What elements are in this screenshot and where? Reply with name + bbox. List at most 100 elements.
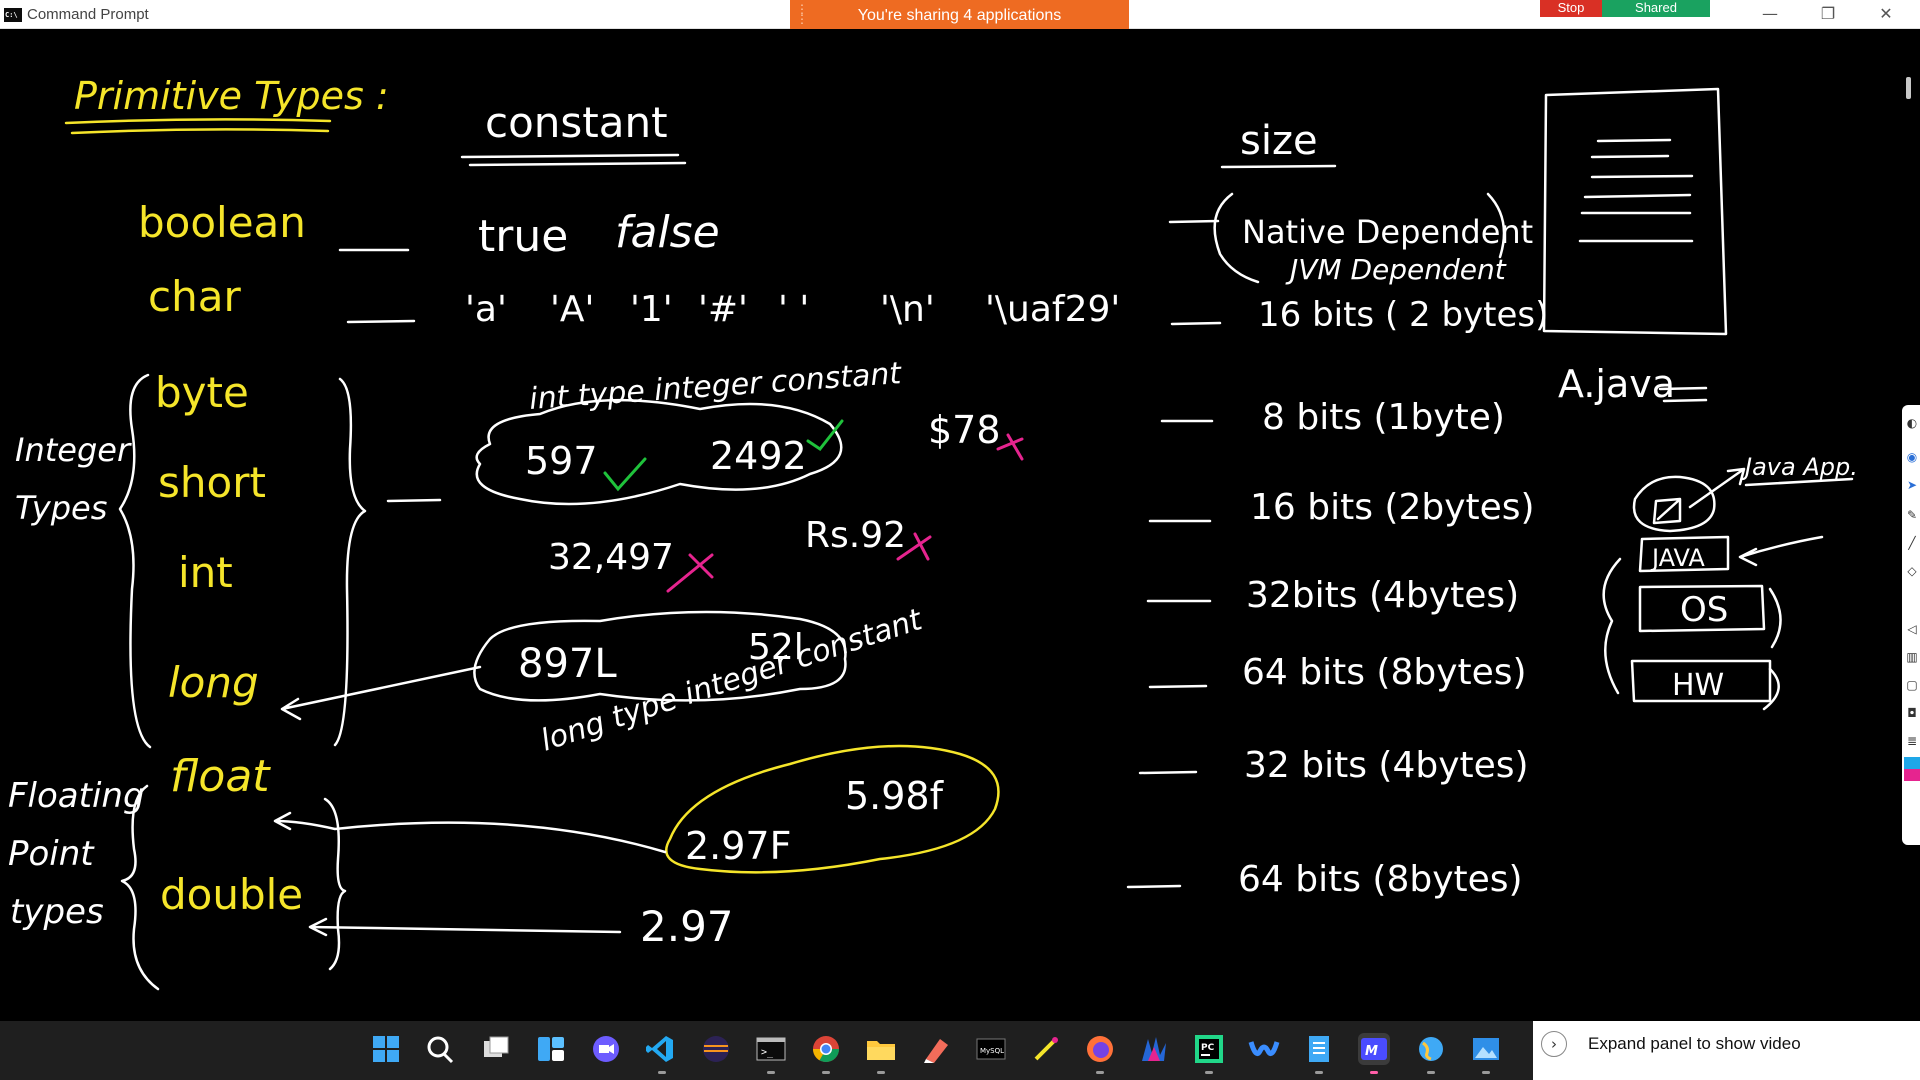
- chevron-right-icon[interactable]: ›: [1541, 1031, 1567, 1057]
- type-char: char: [148, 272, 241, 321]
- bad-const-dollar: $78: [928, 408, 1001, 452]
- annotation-toolbar: ◐ ◉ ➤ ✎ ╱ ◇ ◁ ▥ ▢ ◘ ≣: [1902, 405, 1920, 845]
- pin-icon[interactable]: ◐: [1904, 413, 1920, 433]
- taskbar-running-dot: [877, 1071, 885, 1074]
- float-const-5.98f: 5.98f: [845, 774, 945, 818]
- paint-icon[interactable]: [920, 1033, 952, 1065]
- chrome-icon[interactable]: [810, 1033, 842, 1065]
- trash-icon[interactable]: ▥: [1904, 647, 1920, 667]
- meet-icon[interactable]: [590, 1033, 622, 1065]
- windows-start-icon[interactable]: [370, 1033, 402, 1065]
- notes-icon[interactable]: ≣: [1904, 731, 1920, 751]
- group-floating-3: types: [10, 892, 104, 932]
- pen-icon[interactable]: ✎: [1904, 505, 1920, 525]
- firefox-icon[interactable]: [1084, 1033, 1116, 1065]
- sharing-banner[interactable]: ⋮ ⋮ You're sharing 4 applications: [790, 0, 1129, 29]
- expand-video-panel[interactable]: › Expand panel to show video: [1533, 1021, 1920, 1080]
- int-caption: int type integer constant: [528, 356, 903, 417]
- eclipse-glyph: [703, 1036, 729, 1062]
- tool-icon[interactable]: [1030, 1033, 1062, 1065]
- title-underline: [64, 118, 332, 125]
- size-int: 32bits (4bytes): [1246, 575, 1519, 616]
- size-char: 16 bits ( 2 bytes): [1258, 295, 1548, 335]
- game-glyph: [1142, 1037, 1166, 1061]
- int-const-2492: 2492: [710, 434, 807, 478]
- char-const-unicode: '\uaf29': [985, 289, 1120, 330]
- stop-sharing-button[interactable]: Stop: [1540, 0, 1602, 17]
- window-title: Command Prompt: [27, 6, 149, 23]
- type-long: long: [168, 658, 259, 707]
- mysql-icon[interactable]: MySQL: [975, 1033, 1007, 1065]
- webex-icon[interactable]: [1248, 1033, 1280, 1065]
- eraser-icon[interactable]: ◇: [1904, 561, 1920, 581]
- taskbar-running-dot: [1482, 1071, 1490, 1074]
- terminal-glyph: >_: [756, 1037, 786, 1061]
- pycharm-icon[interactable]: PC: [1193, 1033, 1225, 1065]
- minimize-button[interactable]: —: [1748, 2, 1792, 26]
- char-const-hash: '#': [698, 289, 748, 330]
- color-pink-swatch[interactable]: [1904, 769, 1920, 781]
- undo-icon[interactable]: ◁: [1904, 619, 1920, 639]
- paint-glyph: [924, 1039, 948, 1063]
- drag-grip-icon[interactable]: ⋮ ⋮: [796, 3, 808, 25]
- notepad-icon[interactable]: [1303, 1033, 1335, 1065]
- close-button[interactable]: ✕: [1864, 2, 1908, 26]
- dash-char: [346, 319, 416, 324]
- notepad-glyph: [1309, 1036, 1329, 1062]
- windows-logo-icon: [373, 1036, 399, 1062]
- size-short: 16 bits (2bytes): [1250, 487, 1535, 528]
- svg-text:PC: PC: [1201, 1043, 1215, 1053]
- double-arrow: [308, 917, 622, 937]
- scrollbar-thumb[interactable]: [1906, 77, 1911, 99]
- group-floating-2: Point: [8, 834, 95, 874]
- meet-glyph: [593, 1036, 619, 1062]
- mysql-glyph: MySQL: [976, 1038, 1006, 1060]
- java-arrow: [1738, 535, 1824, 567]
- board-title: Primitive Types :: [74, 74, 389, 118]
- floating-left-brace: [120, 784, 160, 991]
- bad-const-comma: 32,497: [548, 537, 674, 578]
- type-byte: byte: [155, 368, 249, 417]
- browser-icon[interactable]: [1415, 1033, 1447, 1065]
- vscode-icon[interactable]: [644, 1033, 676, 1065]
- type-int: int: [178, 548, 233, 597]
- search-icon[interactable]: [424, 1033, 456, 1065]
- file-explorer-icon[interactable]: [865, 1033, 897, 1065]
- long-const-897L: 897L: [518, 641, 617, 687]
- maximize-button[interactable]: ❐: [1806, 2, 1850, 26]
- webex-glyph: [1248, 1041, 1280, 1056]
- photos-icon[interactable]: [1470, 1033, 1502, 1065]
- taskbar-running-dot: [658, 1071, 666, 1074]
- char-const-newline: '\n': [880, 289, 935, 330]
- whiteboard-canvas[interactable]: Primitive Types : constant size boolean …: [0, 29, 1911, 1021]
- dash-size-double: [1126, 884, 1182, 889]
- whiteboard-icon[interactable]: M: [1358, 1033, 1390, 1065]
- eclipse-icon[interactable]: [700, 1033, 732, 1065]
- char-const-1: '1': [630, 289, 673, 330]
- app-arrow: [1688, 467, 1746, 509]
- group-integer-2: Types: [15, 489, 107, 527]
- taskbar-running-dot: [1315, 1071, 1323, 1074]
- shared-button[interactable]: Shared: [1602, 0, 1710, 17]
- java-file-icon: [1542, 87, 1728, 336]
- camera-icon[interactable]: ◘: [1904, 703, 1920, 723]
- color-cyan-swatch[interactable]: [1904, 757, 1920, 769]
- pointer-icon[interactable]: ➤: [1904, 475, 1920, 495]
- stack-hw: HW: [1672, 668, 1724, 703]
- size-long: 64 bits (8bytes): [1242, 652, 1527, 693]
- taskbar-running-dot: [822, 1071, 830, 1074]
- group-floating-1: Floating: [8, 776, 145, 816]
- photos-glyph: [1473, 1038, 1499, 1060]
- game-icon[interactable]: [1138, 1033, 1170, 1065]
- widgets-icon[interactable]: [535, 1033, 567, 1065]
- cross-dollar-icon: [996, 433, 1024, 461]
- task-view-icon[interactable]: [480, 1033, 512, 1065]
- eye-icon[interactable]: ◉: [1904, 447, 1920, 467]
- floating-right-brace: [323, 797, 347, 971]
- double-const-2.97: 2.97: [640, 902, 734, 951]
- terminal-icon[interactable]: >_: [755, 1033, 787, 1065]
- screenshot-icon[interactable]: ▢: [1904, 675, 1920, 695]
- highlighter-icon[interactable]: ╱: [1904, 533, 1920, 553]
- taskbar-running-dot: [1096, 1071, 1104, 1074]
- expand-panel-label: Expand panel to show video: [1588, 1034, 1801, 1053]
